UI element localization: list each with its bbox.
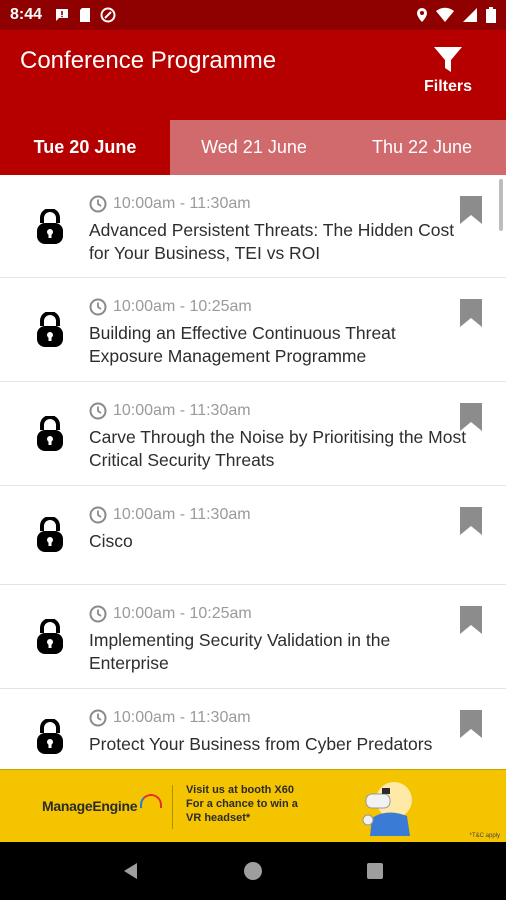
vr-headset-illustration: [362, 782, 412, 836]
session-time-text: 10:00am - 11:30am: [113, 402, 251, 419]
padlock-icon: [37, 517, 63, 552]
session-title: Protect Your Business from Cyber Predato…: [89, 734, 433, 754]
data-saver-icon: [100, 7, 116, 23]
session-list[interactable]: 10:00am - 11:30am Advanced Persistent Th…: [0, 175, 506, 769]
session-title: Building an Effective Continuous Threat …: [89, 323, 396, 366]
padlock-icon: [37, 209, 63, 244]
navigation-bar: [0, 842, 506, 900]
wifi-icon: [436, 7, 454, 23]
ad-terms: *T&C apply: [469, 833, 500, 839]
session-time-text: 10:00am - 11:30am: [113, 506, 251, 523]
session-item[interactable]: 10:00am - 11:30am Cisco: [0, 486, 506, 585]
ad-divider: [172, 785, 173, 829]
clock-icon: [89, 402, 107, 420]
session-title: Advanced Persistent Threats: The Hidden …: [89, 220, 455, 263]
session-title: Cisco: [89, 531, 133, 551]
ad-text: Visit us at booth X60 For a chance to wi…: [186, 783, 298, 825]
session-item[interactable]: 10:00am - 10:25am Implementing Security …: [0, 585, 506, 689]
filters-button[interactable]: Filters: [408, 46, 488, 96]
padlock-icon: [37, 719, 63, 754]
recents-icon[interactable]: [365, 861, 385, 881]
bookmark-icon[interactable]: [458, 605, 484, 635]
ad-line-1: Visit us at booth X60: [186, 784, 294, 796]
battery-icon: [486, 7, 496, 23]
status-time: 8:44: [10, 6, 43, 23]
session-time: 10:00am - 11:30am: [89, 709, 251, 727]
session-item[interactable]: 10:00am - 11:30am Advanced Persistent Th…: [0, 175, 506, 278]
home-icon[interactable]: [243, 861, 263, 881]
clock-icon: [89, 195, 107, 213]
session-time: 10:00am - 10:25am: [89, 605, 252, 623]
clock-icon: [89, 298, 107, 316]
bookmark-icon[interactable]: [458, 402, 484, 432]
brand-logo-arc: [140, 794, 162, 808]
ad-line-2: For a chance to win a: [186, 798, 298, 810]
clock-icon: [89, 605, 107, 623]
page-title: Conference Programme: [20, 47, 277, 74]
session-time-text: 10:00am - 11:30am: [113, 195, 251, 212]
bookmark-icon[interactable]: [458, 709, 484, 739]
brand-logo: ManageEngine: [42, 798, 138, 814]
session-item[interactable]: 10:00am - 10:25am Building an Effective …: [0, 278, 506, 382]
signal-icon: [463, 8, 477, 22]
sim-card-icon: [80, 8, 91, 22]
bookmark-icon[interactable]: [458, 195, 484, 225]
session-time-text: 10:00am - 11:30am: [113, 709, 251, 726]
padlock-icon: [37, 416, 63, 451]
session-item[interactable]: 10:00am - 11:30am Carve Through the Nois…: [0, 382, 506, 486]
session-title: Carve Through the Noise by Prioritising …: [89, 427, 467, 470]
padlock-icon: [37, 619, 63, 654]
filters-label: Filters: [423, 78, 472, 95]
session-time: 10:00am - 11:30am: [89, 195, 251, 213]
message-icon: [56, 9, 69, 21]
session-time-text: 10:00am - 10:25am: [113, 605, 252, 622]
app-bar: Conference Programme Filters: [0, 30, 506, 120]
session-time: 10:00am - 11:30am: [89, 506, 251, 524]
back-icon[interactable]: [121, 861, 141, 881]
bookmark-icon[interactable]: [458, 506, 484, 536]
session-time: 10:00am - 10:25am: [89, 298, 252, 316]
status-bar: 8:44: [0, 0, 506, 30]
ad-banner[interactable]: ManageEngine Visit us at booth X60 For a…: [0, 769, 506, 842]
session-title: Implementing Security Validation in the …: [89, 630, 391, 673]
day-tabs: Tue 20 June Wed 21 June Thu 22 June: [0, 120, 506, 175]
bookmark-icon[interactable]: [458, 298, 484, 328]
filter-icon: [434, 47, 462, 72]
session-time: 10:00am - 11:30am: [89, 402, 251, 420]
tab-thu-22-june[interactable]: Thu 22 June: [338, 120, 506, 175]
tab-tue-20-june[interactable]: Tue 20 June: [0, 120, 170, 175]
ad-line-3: VR headset*: [186, 812, 251, 824]
padlock-icon: [37, 312, 63, 347]
clock-icon: [89, 506, 107, 524]
session-time-text: 10:00am - 10:25am: [113, 298, 252, 315]
session-item[interactable]: 10:00am - 11:30am Protect Your Business …: [0, 689, 506, 769]
tab-wed-21-june[interactable]: Wed 21 June: [170, 120, 338, 175]
clock-icon: [89, 709, 107, 727]
location-icon: [417, 8, 427, 22]
